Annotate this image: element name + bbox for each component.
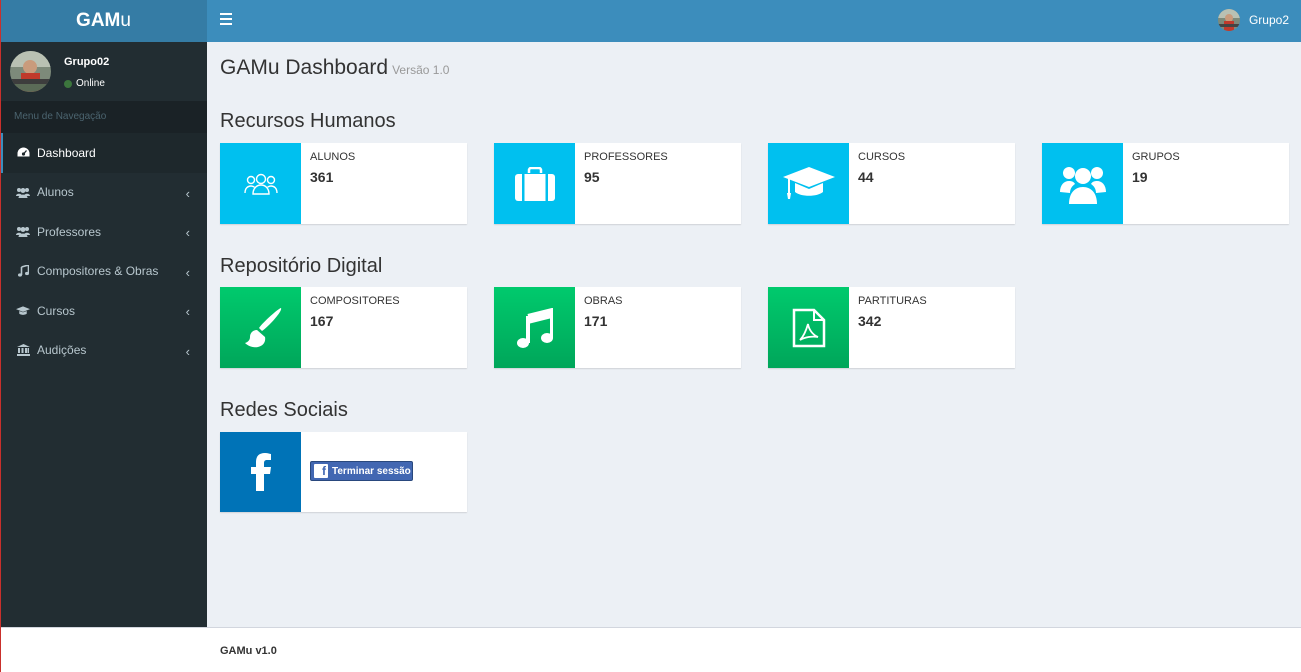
graduation-cap-icon — [768, 143, 849, 224]
graduation-cap-icon — [16, 306, 30, 316]
facebook-icon — [220, 432, 301, 512]
info-box-partituras[interactable]: PARTITURAS 342 — [768, 287, 1015, 368]
info-box-facebook: f Terminar sessão — [220, 432, 467, 512]
info-box-cursos[interactable]: CURSOS 44 — [768, 143, 1015, 224]
box-label: PARTITURAS — [858, 295, 927, 307]
chevron-left-icon: ‹ — [185, 185, 190, 201]
sidebar-item-compositores-obras[interactable]: Compositores & Obras ‹ — [0, 252, 207, 292]
facebook-logout-button[interactable]: f Terminar sessão — [310, 461, 413, 481]
online-dot-icon — [64, 79, 72, 88]
sidebar-item-label: Alunos — [37, 185, 74, 200]
users-icon — [16, 187, 30, 198]
dashboard-icon — [16, 147, 30, 158]
sidebar-item-cursos[interactable]: Cursos ‹ — [0, 291, 207, 331]
info-box-obras[interactable]: OBRAS 171 — [494, 287, 741, 368]
chevron-left-icon: ‹ — [185, 343, 190, 359]
sidebar-item-label: Cursos — [37, 303, 76, 318]
sidebar-item-audicoes[interactable]: Audições ‹ — [0, 331, 207, 371]
box-value: 19 — [1132, 169, 1148, 185]
left-edge — [0, 0, 1, 672]
logo-bold: GAM — [76, 10, 121, 31]
sidebar-item-alunos[interactable]: Alunos ‹ — [0, 173, 207, 213]
chevron-left-icon: ‹ — [185, 304, 190, 319]
footer-version: GAMu v1.0 — [220, 645, 277, 657]
chevron-left-icon: ‹ — [185, 225, 190, 240]
briefcase-icon — [494, 143, 575, 224]
app-logo[interactable]: GAMu — [0, 0, 207, 42]
box-value: 44 — [858, 169, 874, 185]
sidebar-item-label: Compositores & Obras — [37, 264, 159, 279]
info-box-professores[interactable]: PROFESSORES 95 — [494, 143, 741, 224]
box-value: 95 — [584, 169, 600, 185]
info-box-alunos[interactable]: ALUNOS 361 — [220, 143, 467, 224]
music-icon — [494, 287, 575, 368]
box-label: OBRAS — [584, 295, 623, 307]
top-navbar: Grupo2 — [207, 0, 1301, 42]
facebook-f-icon: f — [314, 464, 328, 478]
status-text: Online — [76, 78, 105, 89]
header-user-name: Grupo2 — [1248, 13, 1289, 27]
section-title-redes-sociais: Redes Sociais — [220, 399, 348, 421]
users-outline-icon — [220, 143, 301, 224]
page-title: GAMu Dashboard Versão 1.0 — [220, 56, 449, 80]
box-label: PROFESSORES — [584, 151, 668, 163]
info-box-grupos[interactable]: GRUPOS 19 — [1042, 143, 1289, 224]
users-icon — [1042, 143, 1123, 224]
box-label: GRUPOS — [1132, 151, 1180, 163]
main-content: GAMu Dashboard Versão 1.0 Recursos Humano… — [207, 42, 1301, 627]
avatar — [10, 51, 51, 92]
section-title-repositorio-digital: Repositório Digital — [220, 255, 383, 277]
avatar — [1217, 9, 1240, 31]
menu-header: Menu de Navegação — [0, 101, 207, 133]
logo-rest: u — [120, 10, 131, 31]
file-pdf-icon — [768, 287, 849, 368]
sidebar-item-label: Audições — [37, 343, 87, 358]
sidebar-user-name: Grupo02 — [64, 56, 110, 68]
sidebar-item-dashboard[interactable]: Dashboard — [0, 133, 207, 173]
institution-icon — [16, 344, 30, 357]
section-title-recursos-humanos: Recursos Humanos — [220, 110, 396, 132]
box-value: 361 — [310, 169, 334, 185]
box-label: COMPOSITORES — [310, 295, 400, 307]
sidebar-item-professores[interactable]: Professores ‹ — [0, 212, 207, 252]
paint-brush-icon — [220, 287, 301, 368]
facebook-logout-label: Terminar sessão — [332, 465, 411, 477]
page-version: Versão 1.0 — [392, 63, 450, 77]
sidebar-item-label: Professores — [37, 224, 102, 239]
footer: GAMu v1.0 — [0, 627, 1301, 672]
sidebar-item-label: Dashboard — [37, 145, 96, 160]
info-box-compositores[interactable]: COMPOSITORES 167 — [220, 287, 467, 368]
user-menu[interactable]: Grupo2 — [1217, 9, 1289, 31]
page-title-text: GAMu Dashboard — [220, 56, 389, 79]
chevron-left-icon: ‹ — [185, 264, 190, 280]
sidebar-toggle-icon[interactable] — [220, 13, 232, 27]
music-icon — [16, 265, 30, 277]
user-panel: Grupo02 Online — [0, 42, 207, 101]
box-value: 171 — [584, 313, 608, 329]
box-label: ALUNOS — [310, 151, 356, 163]
box-label: CURSOS — [858, 151, 906, 163]
box-value: 342 — [858, 313, 882, 329]
user-status: Online — [64, 78, 105, 89]
users-icon — [16, 226, 30, 238]
box-value: 167 — [310, 313, 334, 329]
sidebar: Grupo02 Online Menu de Navegação Dashboa… — [0, 42, 207, 627]
